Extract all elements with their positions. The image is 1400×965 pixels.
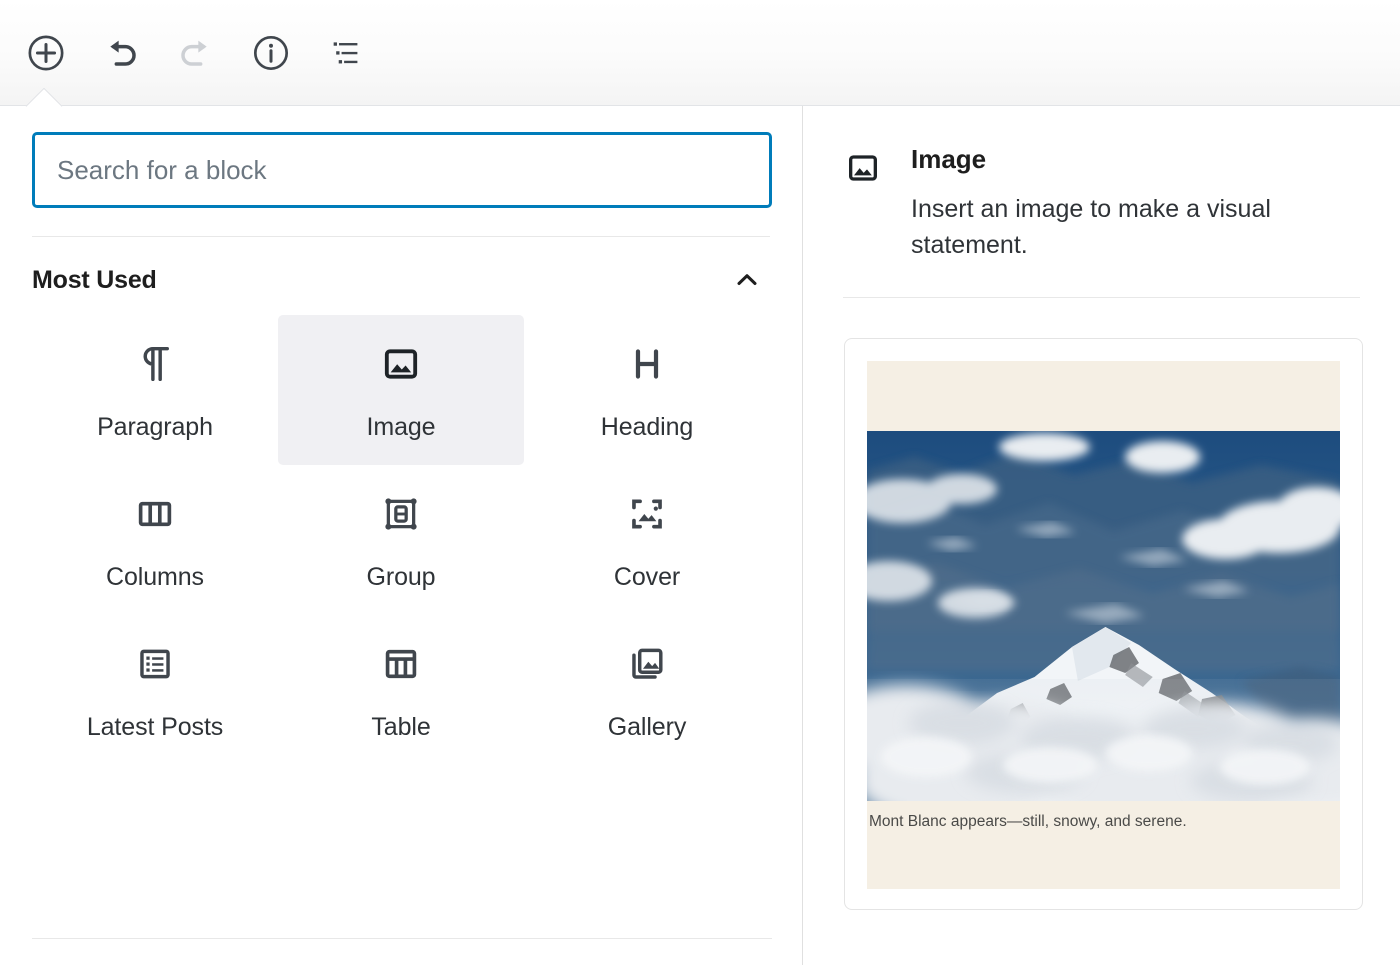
- block-label: Heading: [601, 413, 693, 442]
- block-label: Latest Posts: [87, 713, 223, 742]
- block-label: Cover: [614, 563, 680, 592]
- block-item-image[interactable]: Image: [278, 315, 524, 465]
- bottom-divider: [32, 938, 772, 939]
- block-label: Gallery: [608, 713, 687, 742]
- undo-icon: [101, 33, 141, 73]
- heading-icon: [624, 337, 670, 391]
- paragraph-icon: [132, 337, 178, 391]
- block-example-card: Mont Blanc appears—still, snowy, and ser…: [844, 338, 1363, 910]
- gallery-icon: [624, 637, 670, 691]
- editor-toolbar: [0, 0, 1400, 106]
- latest-posts-icon: [132, 637, 178, 691]
- block-preview-panel: Image Insert an image to make a visual s…: [803, 106, 1400, 965]
- inserter-popover: Most Used Paragraph: [0, 106, 1400, 965]
- block-inserter-screen: Most Used Paragraph: [0, 0, 1400, 965]
- cover-icon: [624, 487, 670, 541]
- details-button[interactable]: [247, 29, 295, 77]
- block-label: Group: [367, 563, 436, 592]
- preview-title: Image: [911, 144, 1331, 175]
- table-icon: [378, 637, 424, 691]
- image-icon: [378, 337, 424, 391]
- block-item-columns[interactable]: Columns: [32, 465, 278, 615]
- section-title: Most Used: [32, 266, 157, 295]
- example-content: Mont Blanc appears—still, snowy, and ser…: [867, 361, 1340, 889]
- block-item-group[interactable]: Group: [278, 465, 524, 615]
- image-icon: [843, 148, 883, 188]
- block-label: Image: [367, 413, 436, 442]
- redo-button[interactable]: [172, 29, 220, 77]
- info-circle-icon: [252, 34, 290, 72]
- example-top-spacer: [867, 361, 1340, 431]
- search-container: [0, 106, 802, 208]
- block-item-latest-posts[interactable]: Latest Posts: [32, 615, 278, 765]
- preview-description: Insert an image to make a visual stateme…: [911, 191, 1331, 264]
- block-item-paragraph[interactable]: Paragraph: [32, 315, 278, 465]
- search-input[interactable]: [32, 132, 772, 208]
- block-item-gallery[interactable]: Gallery: [524, 615, 770, 765]
- list-view-button[interactable]: [322, 29, 370, 77]
- block-item-cover[interactable]: Cover: [524, 465, 770, 615]
- add-block-button[interactable]: [22, 29, 70, 77]
- popover-caret: [20, 88, 70, 108]
- undo-button[interactable]: [97, 29, 145, 77]
- preview-divider: [843, 297, 1360, 298]
- section-collapse-button[interactable]: [726, 259, 768, 301]
- preview-header: Image Insert an image to make a visual s…: [803, 106, 1400, 264]
- inserter-left-panel: Most Used Paragraph: [0, 106, 803, 965]
- block-label: Paragraph: [97, 413, 213, 442]
- block-item-table[interactable]: Table: [278, 615, 524, 765]
- most-used-section-header: Most Used: [0, 237, 802, 307]
- plus-circle-icon: [27, 34, 65, 72]
- block-grid: Paragraph Image: [0, 307, 802, 765]
- columns-icon: [132, 487, 178, 541]
- example-caption: Mont Blanc appears—still, snowy, and ser…: [867, 801, 1340, 831]
- group-icon: [378, 487, 424, 541]
- list-view-icon: [327, 34, 365, 72]
- mont-blanc-photo: [867, 431, 1340, 801]
- chevron-up-icon: [732, 283, 762, 298]
- block-item-heading[interactable]: Heading: [524, 315, 770, 465]
- block-label: Columns: [106, 563, 204, 592]
- block-label: Table: [371, 713, 430, 742]
- redo-icon: [176, 33, 216, 73]
